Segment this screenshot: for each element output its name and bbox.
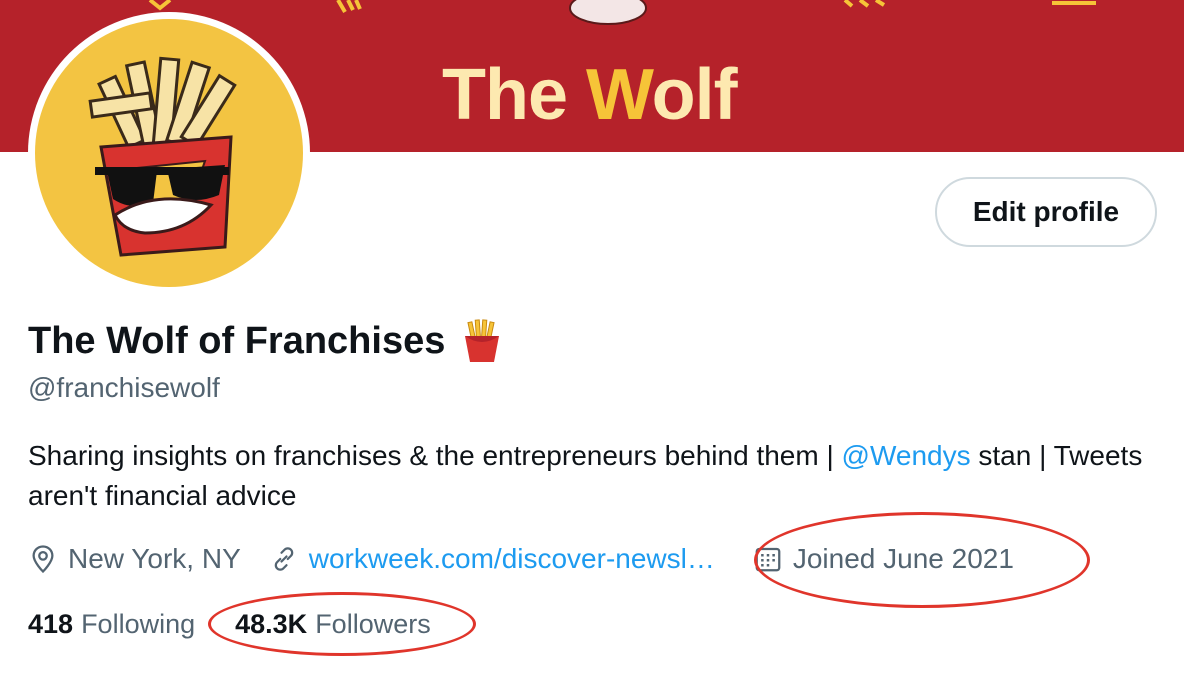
website-link[interactable]: workweek.com/discover-newsl… bbox=[309, 543, 715, 575]
followers-stat[interactable]: 48.3K Followers bbox=[235, 609, 431, 640]
fries-mascot-icon bbox=[88, 56, 237, 257]
follow-stats: 418 Following 48.3K Followers bbox=[28, 602, 431, 646]
location-pin-icon bbox=[32, 545, 54, 574]
profile-page: The Wolf Edit profile The Wolf of Franch… bbox=[0, 0, 1184, 674]
link-icon bbox=[274, 547, 294, 571]
profile-meta: New York, NY workweek.com/discover-newsl… bbox=[28, 537, 1014, 581]
location-text: New York, NY bbox=[68, 543, 241, 574]
following-label: Following bbox=[81, 608, 196, 639]
joined-item: Joined June 2021 bbox=[753, 543, 1014, 575]
website-item[interactable]: workweek.com/discover-newsl… bbox=[269, 543, 715, 575]
edit-profile-label: Edit profile bbox=[972, 196, 1120, 227]
bio-text: Sharing insights on franchises & the ent… bbox=[28, 440, 842, 471]
avatar[interactable] bbox=[28, 12, 310, 294]
profile-handle: @franchisewolf bbox=[28, 372, 220, 403]
bio-mention-link[interactable]: @Wendys bbox=[842, 440, 971, 471]
banner-title: The Wolf bbox=[442, 55, 738, 135]
display-name: The Wolf of Franchises bbox=[28, 319, 446, 362]
joined-date: Joined June 2021 bbox=[792, 543, 1014, 574]
location-item: New York, NY bbox=[28, 543, 241, 575]
profile-name-row: The Wolf of Franchises bbox=[28, 318, 505, 364]
following-count: 418 bbox=[28, 608, 74, 639]
french-fries-icon bbox=[465, 319, 500, 362]
followers-label: Followers bbox=[315, 608, 431, 639]
edit-profile-button[interactable]: Edit profile bbox=[935, 177, 1157, 247]
following-stat[interactable]: 418 Following bbox=[28, 609, 195, 640]
calendar-icon bbox=[755, 547, 781, 572]
avatar-image bbox=[35, 19, 303, 287]
profile-bio: Sharing insights on franchises & the ent… bbox=[28, 436, 1148, 516]
followers-count: 48.3K bbox=[235, 608, 308, 639]
